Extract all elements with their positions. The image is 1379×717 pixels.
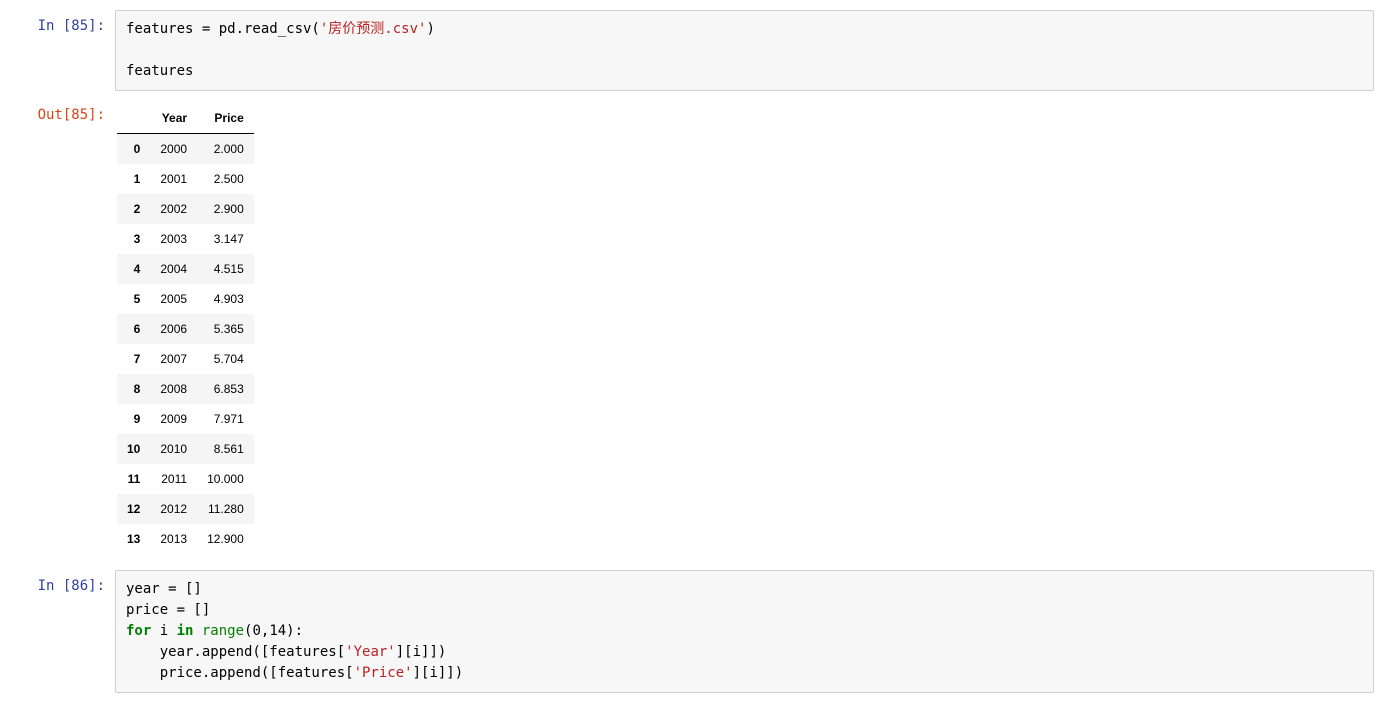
output-area-85: Year Price 020002.000 120012.500 220022.… (115, 99, 1374, 562)
code-builtin-range: range (193, 623, 244, 639)
code-text: features (126, 63, 193, 79)
row-index: 13 (117, 524, 150, 554)
cell-year: 2013 (150, 524, 197, 554)
code-text: ][i]]) (396, 644, 447, 660)
cell-price: 11.280 (197, 494, 254, 524)
code-input-85[interactable]: features = pd.read_csv('房价预测.csv') featu… (115, 10, 1374, 91)
code-cell-86-input: In [86]: year = [] price = [] for i in r… (5, 570, 1374, 693)
row-index: 10 (117, 434, 150, 464)
cell-year: 2002 (150, 194, 197, 224)
row-index: 3 (117, 224, 150, 254)
table-row: 12201211.280 (117, 494, 254, 524)
row-index: 6 (117, 314, 150, 344)
row-index: 5 (117, 284, 150, 314)
table-row: 620065.365 (117, 314, 254, 344)
table-row: 020002.000 (117, 134, 254, 165)
cell-year: 2005 (150, 284, 197, 314)
cell-year: 2009 (150, 404, 197, 434)
code-text: features = pd.read_csv( (126, 21, 320, 37)
cell-price: 2.500 (197, 164, 254, 194)
row-index: 4 (117, 254, 150, 284)
table-header-row: Year Price (117, 103, 254, 134)
code-keyword-for: for (126, 623, 151, 639)
table-row: 920097.971 (117, 404, 254, 434)
cell-year: 2006 (150, 314, 197, 344)
row-index: 1 (117, 164, 150, 194)
cell-year: 2000 (150, 134, 197, 165)
cell-price: 3.147 (197, 224, 254, 254)
out-prompt-85: Out[85]: (5, 99, 115, 562)
code-text: year.append([features[ (126, 644, 345, 660)
row-index: 2 (117, 194, 150, 224)
cell-price: 4.515 (197, 254, 254, 284)
cell-price: 10.000 (197, 464, 254, 494)
cell-price: 5.704 (197, 344, 254, 374)
in-prompt-86: In [86]: (5, 570, 115, 693)
cell-year: 2012 (150, 494, 197, 524)
code-text: i (151, 623, 176, 639)
cell-year: 2001 (150, 164, 197, 194)
table-row: 13201312.900 (117, 524, 254, 554)
code-string-literal: 'Price' (354, 665, 413, 681)
cell-price: 2.000 (197, 134, 254, 165)
dataframe-table: Year Price 020002.000 120012.500 220022.… (117, 103, 254, 554)
cell-price: 7.971 (197, 404, 254, 434)
code-string-literal: 'Year' (345, 644, 396, 660)
th-price: Price (197, 103, 254, 134)
cell-year: 2003 (150, 224, 197, 254)
cell-price: 5.365 (197, 314, 254, 344)
cell-year: 2007 (150, 344, 197, 374)
cell-year: 2004 (150, 254, 197, 284)
cell-year: 2010 (150, 434, 197, 464)
table-row: 420044.515 (117, 254, 254, 284)
cell-year: 2008 (150, 374, 197, 404)
th-year: Year (150, 103, 197, 134)
table-row: 220022.900 (117, 194, 254, 224)
table-row: 820086.853 (117, 374, 254, 404)
cell-price: 12.900 (197, 524, 254, 554)
cell-price: 4.903 (197, 284, 254, 314)
cell-price: 2.900 (197, 194, 254, 224)
table-row: 11201110.000 (117, 464, 254, 494)
code-text: ) (426, 21, 434, 37)
table-row: 320033.147 (117, 224, 254, 254)
cell-price: 8.561 (197, 434, 254, 464)
th-index (117, 103, 150, 134)
row-index: 0 (117, 134, 150, 165)
code-input-86[interactable]: year = [] price = [] for i in range(0,14… (115, 570, 1374, 693)
code-keyword-in: in (177, 623, 194, 639)
code-cell-85-output: Out[85]: Year Price 020002.000 120012.50… (5, 99, 1374, 562)
code-cell-85-input: In [85]: features = pd.read_csv('房价预测.cs… (5, 10, 1374, 91)
row-index: 9 (117, 404, 150, 434)
in-prompt-85: In [85]: (5, 10, 115, 91)
code-text: ][i]]) (413, 665, 464, 681)
cell-year: 2011 (150, 464, 197, 494)
table-row: 120012.500 (117, 164, 254, 194)
row-index: 8 (117, 374, 150, 404)
table-row: 1020108.561 (117, 434, 254, 464)
code-text: price.append([features[ (126, 665, 354, 681)
code-string-literal: '房价预测.csv' (320, 21, 427, 37)
table-row: 520054.903 (117, 284, 254, 314)
row-index: 11 (117, 464, 150, 494)
row-index: 7 (117, 344, 150, 374)
cell-price: 6.853 (197, 374, 254, 404)
row-index: 12 (117, 494, 150, 524)
table-row: 720075.704 (117, 344, 254, 374)
code-text: year = [] (126, 581, 202, 597)
code-text: price = [] (126, 602, 210, 618)
code-text: (0,14): (244, 623, 303, 639)
